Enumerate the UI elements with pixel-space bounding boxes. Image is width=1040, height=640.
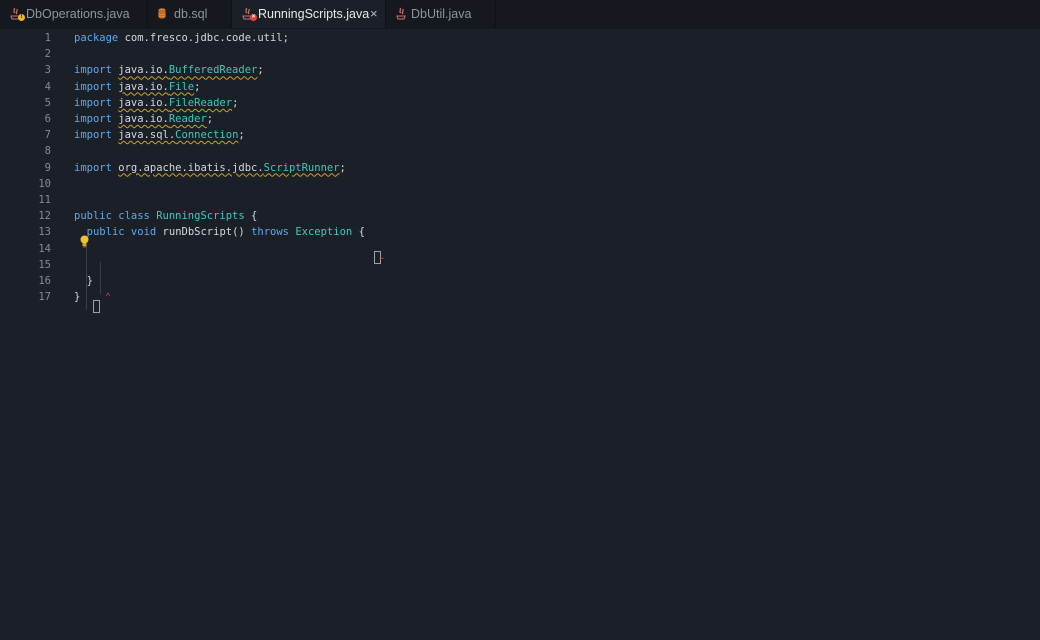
line-number: 1 [44,32,51,44]
code-line[interactable]: 11 [0,192,1040,208]
code-token: import [74,113,112,125]
code-token: java.sql. [118,129,176,142]
code-line[interactable]: 8 [0,143,1040,159]
code-token: java.io. [118,96,169,109]
code-text: } [74,289,80,305]
line-number: 17 [38,291,51,304]
code-line[interactable]: 1 package com.fresco.jdbc.code.util; [0,30,1040,46]
code-token: File [168,80,195,93]
code-token: public [74,210,112,223]
code-line[interactable]: 3 import java.io.BufferedReader; [0,62,1040,78]
line-number: 9 [44,161,51,174]
line-number: 11 [38,194,51,206]
code-line[interactable]: 12 public class RunningScripts { [0,208,1040,224]
code-text: import java.sql.Connection; [74,127,245,143]
code-token: BufferedReader [168,64,258,77]
code-token: } [74,291,81,304]
database-icon [158,8,166,22]
code-token: package [74,32,119,44]
line-number: 8 [44,145,51,158]
code-token: com.fresco.jdbc.code.util; [124,32,289,44]
code-token: class [118,210,150,223]
code-text: public void runDbScript() throws Excepti… [74,224,365,240]
code-token: ; [194,80,201,93]
code-line[interactable]: 17} [0,289,1040,305]
code-token: Connection [175,129,239,142]
line-number: 4 [44,80,51,93]
code-editor[interactable]: ~ ^ 1 package com.fresco.jdbc.code.util; 2… [0,29,1040,640]
code-token: ; [238,129,245,142]
code-text: import org.apache.ibatis.jdbc.ScriptRunn… [74,160,346,176]
code-line[interactable]: 13 public void runDbScript() throws Exce… [0,224,1040,240]
code-token: java.io. [118,64,169,77]
code-text: import java.io.BufferedReader; [74,62,264,78]
code-line[interactable]: 2 [0,46,1040,62]
line-number: 5 [44,96,51,109]
code-token: ; [232,96,239,109]
code-text: import java.io.FileReader; [74,95,238,111]
code-line[interactable]: 6 import java.io.Reader; [0,111,1040,127]
code-line[interactable]: 14 [0,241,1040,257]
line-number: 10 [38,177,51,190]
line-number: 2 [44,48,51,61]
tab-label: db.sql [174,7,208,21]
tab-db-sql[interactable]: db.sql [148,0,232,28]
line-number: 7 [44,129,51,142]
code-token: } [74,275,93,287]
code-token: public [86,226,125,239]
code-line[interactable]: 9 import org.apache.ibatis.jdbc.ScriptRun… [0,160,1040,176]
code-token: ; [206,113,214,125]
tab-dboperations[interactable]: ! DbOperations.java [0,0,148,28]
java-file-icon [396,7,408,24]
code-token: ScriptRunner [263,161,340,174]
line-number: 16 [38,275,51,287]
warning-badge-icon: ! [18,14,25,21]
line-number: 15 [38,258,51,271]
editor-tab-bar: ! DbOperations.java db.sql × RunningScri… [0,0,1040,29]
line-number: 12 [38,210,51,223]
code-token: { [251,210,258,223]
code-line[interactable]: 7 import java.sql.Connection; [0,127,1040,143]
code-token: void [130,226,157,239]
code-token: FileReader [168,96,233,109]
line-number: 6 [44,113,51,125]
code-token: java.io. [118,80,169,93]
line-number: 13 [38,226,51,239]
code-text: import java.io.Reader; [74,111,213,127]
tab-label: DbUtil.java [411,7,472,21]
line-number: 3 [44,64,51,77]
code-token: Reader [168,113,207,125]
code-line[interactable]: 10 [0,176,1040,192]
code-token: import [74,80,112,93]
error-badge-icon: × [250,14,257,21]
code-token: java.io. [118,113,169,125]
code-token: runDbScript() [162,226,245,239]
tab-label: RunningScripts.java [258,7,370,21]
tab-label: DbOperations.java [26,7,130,21]
code-line[interactable]: 16 } [0,273,1040,289]
code-token: import [74,129,112,142]
code-token: import [74,96,112,109]
code-text: package com.fresco.jdbc.code.util; [74,30,289,46]
code-token: org.apache.ibatis.jdbc. [118,161,264,174]
code-text: public class RunningScripts { [74,208,257,224]
code-token: import [74,64,112,77]
code-token: Exception [295,226,353,239]
code-token: ; [257,64,264,77]
code-line[interactable]: 4 import java.io.File; [0,79,1040,95]
code-token: ; [339,161,346,174]
code-token: RunningScripts [156,210,245,223]
code-line[interactable]: 15 [0,257,1040,273]
code-token: import [74,161,112,174]
tab-runningscripts[interactable]: × RunningScripts.java × [232,0,386,28]
line-number: 14 [38,242,51,255]
code-text: } [74,273,93,289]
code-text: import java.io.File; [74,79,200,95]
code-token: throws [251,226,289,239]
tab-dbutil[interactable]: DbUtil.java [386,0,496,28]
code-line[interactable]: 5 import java.io.FileReader; [0,95,1040,111]
code-token: { [358,226,365,239]
close-icon[interactable]: × [370,6,378,21]
